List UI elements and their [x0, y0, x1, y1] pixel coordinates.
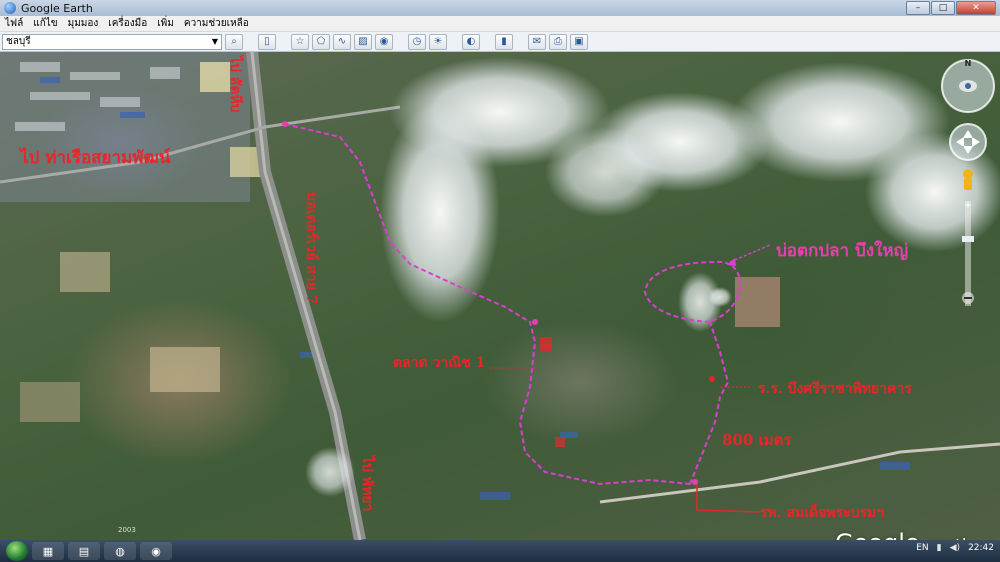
chrome-icon[interactable]: ◍ — [104, 542, 136, 560]
menu-edit[interactable]: แก้ไข — [28, 16, 62, 31]
minimize-button[interactable]: – — [906, 1, 930, 15]
google-earth-logo: Google earth — [835, 529, 973, 540]
logo-google: Google — [835, 529, 920, 540]
polygon-icon[interactable]: ⬠ — [312, 33, 330, 50]
start-button[interactable] — [6, 541, 28, 561]
ruler-icon[interactable]: ▮ — [495, 33, 513, 50]
move-joystick[interactable] — [949, 123, 987, 161]
label-to-siam-harbor: ไป ท่าเรือสยามพัฒน์ — [20, 148, 171, 168]
label-hospital: รพ. สมเด็จพระบรมฯ — [760, 505, 885, 521]
window-controls: – □ ✕ — [906, 1, 996, 15]
historical-imagery-icon[interactable]: ◷ — [408, 33, 426, 50]
google-earth-app-icon — [4, 2, 16, 14]
print-icon[interactable]: ⎙ — [549, 33, 567, 50]
toolbar: ชลบุรี ▼ ⌕ ▯ ☆ ⬠ ∿ ▨ ◉ ◷ ☀ ◐ ▮ ✉ ⎙ ▣ — [0, 32, 1000, 52]
search-icon[interactable]: ⌕ — [225, 33, 243, 50]
label-motorway: มอเตอร์เวย์ สาย 7 — [303, 192, 319, 305]
label-fish-pond: บ่อตกปลา บึงใหญ่ — [776, 241, 909, 261]
title-bar: Google Earth – □ ✕ — [0, 0, 1000, 16]
route-start-marker[interactable] — [282, 121, 288, 127]
satellite-imagery — [0, 52, 1000, 540]
menu-file[interactable]: ไฟล์ — [0, 16, 28, 31]
north-indicator[interactable]: N — [965, 59, 972, 68]
main-road — [599, 442, 1000, 504]
sun-icon[interactable]: ☀ — [429, 33, 447, 50]
sidebar-icon[interactable]: ▯ — [258, 33, 276, 50]
folder-icon[interactable]: ▤ — [68, 542, 100, 560]
label-school: ร.ร. บึงศรีราชาพิทยาคาร — [758, 381, 912, 397]
hospital-marker[interactable] — [692, 479, 698, 485]
system-tray: EN ▮ ◀) 22:42 — [916, 543, 994, 553]
label-market: ตลาด วาณิช 1 — [393, 355, 486, 371]
tour-icon[interactable]: ◉ — [375, 33, 393, 50]
image-overlay-icon[interactable]: ▨ — [354, 33, 372, 50]
clock[interactable]: 22:42 — [968, 543, 994, 553]
map-view[interactable]: ไป สัตหีบ ไป ท่าเรือสยามพัฒน์ มอเตอร์เวย… — [0, 52, 1000, 540]
search-input[interactable]: ชลบุรี ▼ — [2, 33, 222, 50]
path-icon[interactable]: ∿ — [333, 33, 351, 50]
zoom-in-icon[interactable]: + — [964, 200, 972, 211]
navigation-controls: N + — [941, 59, 995, 306]
school-marker[interactable] — [709, 376, 715, 382]
search-value: ชลบุรี — [6, 35, 31, 47]
market-marker[interactable] — [532, 319, 538, 325]
zoom-out-control — [962, 292, 974, 304]
menu-add[interactable]: เพิ่ม — [152, 16, 179, 31]
placemark-icon[interactable]: ☆ — [291, 33, 309, 50]
label-distance: 800 เมตร — [722, 431, 792, 449]
network-icon[interactable]: ▮ — [937, 543, 942, 553]
close-button[interactable]: ✕ — [956, 1, 996, 15]
windows-taskbar: ▦ ▤ ◍ ◉ EN ▮ ◀) 22:42 — [0, 540, 1000, 562]
label-to-pattaya: ไป พัทยา — [359, 456, 375, 512]
email-icon[interactable]: ✉ — [528, 33, 546, 50]
planets-icon[interactable]: ◐ — [462, 33, 480, 50]
save-image-icon[interactable]: ▣ — [570, 33, 588, 50]
explorer-icon[interactable]: ▦ — [32, 542, 64, 560]
language-indicator[interactable]: EN — [916, 543, 928, 553]
menu-tools[interactable]: เครื่องมือ — [103, 16, 152, 31]
label-to-sattahip: ไป สัตหีบ — [227, 56, 243, 113]
menu-view[interactable]: มุมมอง — [63, 16, 104, 31]
volume-icon[interactable]: ◀) — [950, 543, 960, 553]
imagery-date: 2003 — [118, 526, 136, 534]
menu-help[interactable]: ความช่วยเหลือ — [179, 16, 254, 31]
maximize-button[interactable]: □ — [931, 1, 955, 15]
chevron-down-icon[interactable]: ▼ — [212, 35, 218, 49]
street-view-pegman-icon[interactable] — [963, 169, 973, 179]
window-title: Google Earth — [21, 1, 93, 15]
menu-bar: ไฟล์ แก้ไข มุมมอง เครื่องมือ เพิ่ม ความช… — [0, 16, 1000, 32]
google-earth-icon[interactable]: ◉ — [140, 542, 172, 560]
google-earth-window: Google Earth – □ ✕ ไฟล์ แก้ไข มุมมอง เคร… — [0, 0, 1000, 562]
